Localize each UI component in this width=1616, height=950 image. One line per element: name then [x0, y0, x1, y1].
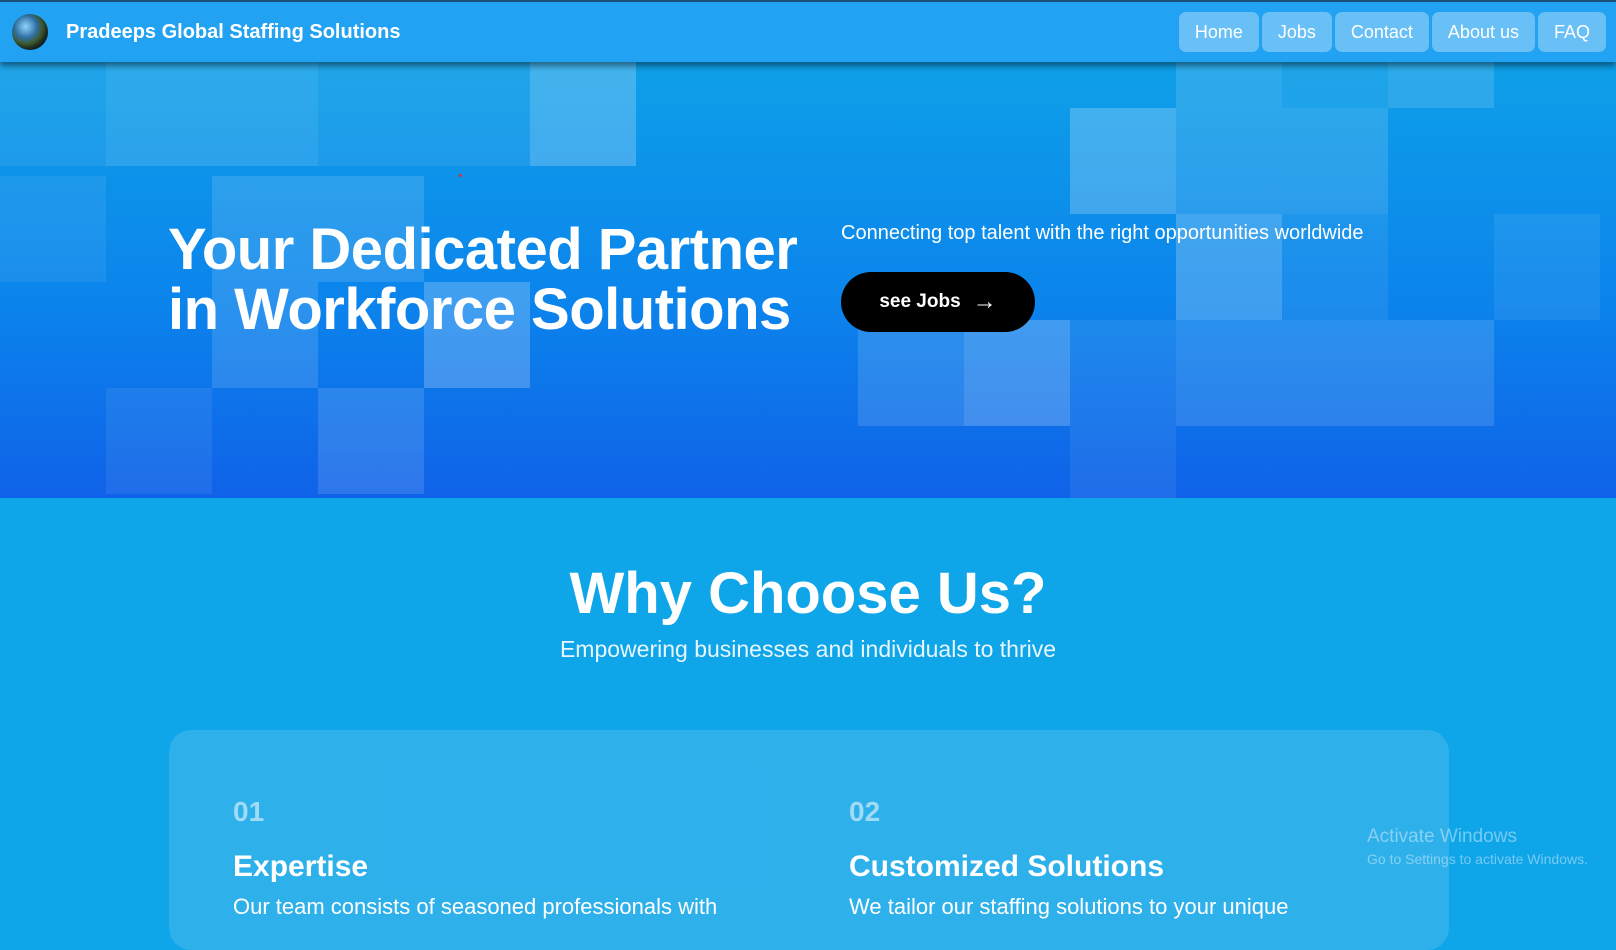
- why-choose-us-subtitle: Empowering businesses and individuals to…: [559, 636, 1057, 662]
- bg-tile: [1388, 60, 1494, 108]
- bg-tile: [0, 60, 106, 166]
- bg-tile: [858, 320, 964, 426]
- bg-tile: [1070, 320, 1176, 426]
- bg-tile: [424, 60, 530, 166]
- nav-home-button[interactable]: Home: [1178, 12, 1259, 52]
- watermark-title: Activate Windows: [1367, 826, 1517, 847]
- nav-about-button[interactable]: About us: [1431, 12, 1535, 52]
- bg-tile: [106, 60, 212, 166]
- bg-tile: [530, 60, 636, 166]
- top-navbar: Pradeeps Global Staffing Solutions Home …: [0, 0, 1616, 62]
- bg-tile: [106, 388, 212, 494]
- arrow-right-icon: →: [972, 288, 997, 315]
- bg-tile: [1282, 320, 1388, 426]
- globe-logo[interactable]: [12, 14, 48, 50]
- hero-title-line-2: in Workforce Solutions: [168, 277, 791, 342]
- see-jobs-button[interactable]: see Jobs →: [841, 272, 1035, 332]
- nav-contact-button[interactable]: Contact: [1334, 12, 1429, 52]
- feature-description: We tailor our staffing solutions to your…: [849, 894, 1289, 919]
- feature-number: 01: [233, 796, 265, 827]
- bg-tile: [318, 60, 424, 166]
- stray-dot: [459, 174, 462, 177]
- hero-title: Your Dedicated Partner in Workforce Solu…: [168, 217, 798, 342]
- nav-faq-button[interactable]: FAQ: [1537, 12, 1606, 52]
- why-choose-us-title: Why Choose Us?: [569, 561, 1047, 626]
- feature-description: Our team consists of seasoned profession…: [233, 894, 718, 919]
- bg-tile: [1388, 320, 1494, 426]
- feature-title: Customized Solutions: [849, 850, 1164, 883]
- bg-tile: [1070, 426, 1176, 498]
- activate-windows-watermark: Activate Windows Go to Settings to activ…: [1367, 826, 1588, 867]
- watermark-subtitle: Go to Settings to activate Windows.: [1367, 851, 1588, 867]
- hero-title-line-1: Your Dedicated Partner: [168, 217, 798, 282]
- bg-tile: [1176, 60, 1282, 108]
- bg-tile: [1070, 108, 1176, 214]
- feature-item: 01 Expertise Our team consists of season…: [233, 796, 717, 920]
- bg-tile: [1282, 60, 1388, 108]
- bg-tile: [1282, 108, 1388, 214]
- nav-jobs-button[interactable]: Jobs: [1261, 12, 1332, 52]
- feature-item: 02 Customized Solutions We tailor our st…: [849, 796, 1288, 920]
- hero-subtitle: Connecting top talent with the right opp…: [841, 222, 1364, 244]
- bg-tile: [1176, 320, 1282, 426]
- see-jobs-label: see Jobs: [879, 291, 961, 312]
- bg-tile: [0, 176, 106, 282]
- bg-tile: [1494, 214, 1600, 320]
- feature-number: 02: [849, 796, 881, 827]
- brand-name[interactable]: Pradeeps Global Staffing Solutions: [66, 21, 400, 44]
- bg-tile: [1176, 108, 1282, 214]
- hero-section: Your Dedicated Partner in Workforce Solu…: [0, 60, 1616, 498]
- features-card: 01 Expertise Our team consists of season…: [169, 730, 1449, 950]
- bg-tile: [318, 388, 424, 494]
- main-nav: Home Jobs Contact About us FAQ: [1178, 12, 1606, 52]
- bg-tile: [212, 60, 318, 166]
- bg-tile: [964, 320, 1070, 426]
- feature-title: Expertise: [233, 850, 369, 883]
